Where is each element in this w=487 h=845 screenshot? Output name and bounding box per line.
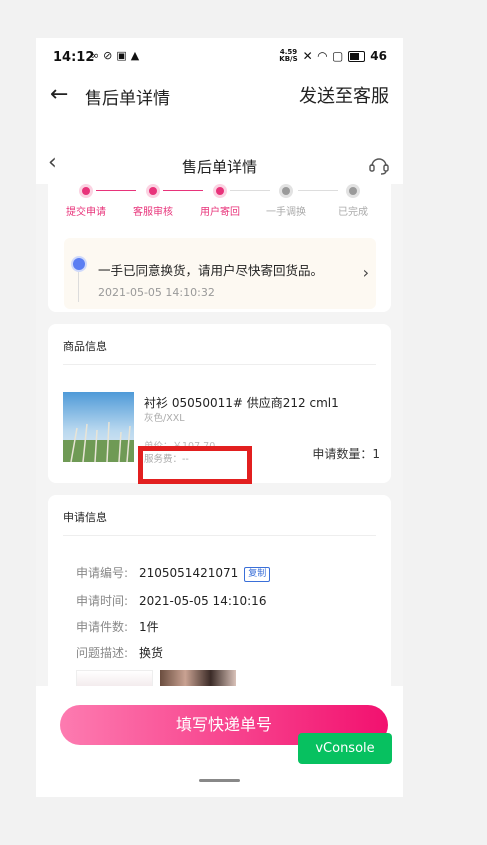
status-right: 4.59 KB/S ✕ ◠ ▢ 46 (279, 48, 387, 64)
step-dot (346, 184, 360, 198)
divider (63, 535, 376, 536)
step-label: 客服审核 (133, 207, 173, 218)
notice-time: 2021-05-05 14:10:32 (98, 286, 215, 299)
battery-icon (348, 50, 366, 62)
wifi-icon: ◠ (317, 49, 327, 63)
page-header: ‹ 售后单详情 (36, 118, 403, 184)
step-dot (279, 184, 293, 198)
section-title: 商品信息 (63, 340, 107, 353)
step-dot (79, 184, 93, 198)
vconsole-button[interactable]: vConsole (298, 733, 392, 764)
home-indicator[interactable] (199, 779, 240, 782)
network-speed: 4.59 KB/S (279, 48, 298, 63)
upload-box-icon: ▣ (116, 49, 127, 62)
step-label: 已完成 (338, 207, 368, 218)
step-label: 提交申请 (66, 207, 106, 218)
sim-icon: ▢ (331, 49, 344, 63)
divider (63, 364, 376, 365)
timeline-dot-icon (73, 258, 85, 270)
step-submit: 提交申请 (56, 184, 116, 218)
step-return: 用户寄回 (190, 184, 250, 218)
info-row-time: 申请时间: 2021-05-05 14:10:16 (76, 594, 267, 608)
step-exchange: 一手调换 (256, 184, 316, 218)
warning-icon: ▲ (130, 49, 140, 62)
highlight-box (138, 446, 252, 484)
app-bar: ← 售后单详情 发送至客服 (36, 76, 403, 119)
mute-icon: ✕ (302, 49, 313, 63)
battery-level: 46 (370, 49, 387, 63)
step-done: 已完成 (323, 184, 383, 218)
infinity-icon: ∞ (90, 49, 100, 62)
status-bar: 14:12 ∞ ⊘ ▣ ▲ 4.59 KB/S ✕ ◠ ▢ 46 (36, 38, 403, 76)
copy-button[interactable]: 复制 (244, 567, 271, 582)
app-title: 售后单详情 (85, 89, 170, 109)
info-row-count: 申请件数: 1件 (76, 620, 159, 634)
timeline-line (78, 272, 79, 302)
page-title: 售后单详情 (181, 158, 257, 176)
product-spec: 灰色/XXL (144, 413, 185, 424)
progress-card: 提交申请 客服审核 用户寄回 一手调换 已完成 一手已同意换货，请用户尽快寄回货… (48, 184, 391, 312)
apply-quantity: 申请数量：1 (312, 447, 380, 461)
status-left-icons: ∞ ⊘ ▣ ▲ (90, 49, 139, 62)
section-title: 申请信息 (63, 511, 107, 524)
info-row-number: 申请编号: 2105051421071 复制 (76, 564, 271, 582)
notice-text: 一手已同意换货，请用户尽快寄回货品。 (98, 263, 324, 278)
phone-screen: 14:12 ∞ ⊘ ▣ ▲ 4.59 KB/S ✕ ◠ ▢ 46 ← 售后单详情… (36, 38, 403, 797)
chevron-right-icon[interactable]: › (363, 263, 369, 282)
step-dot (146, 184, 160, 198)
back-arrow-icon[interactable]: ← (50, 82, 68, 107)
bottom-action-bar: 填写快递单号 vConsole (36, 686, 403, 797)
status-time: 14:12 (53, 50, 95, 65)
customer-service-icon[interactable] (367, 153, 391, 177)
product-thumbnail[interactable] (63, 392, 134, 462)
step-dot (213, 184, 227, 198)
status-notice[interactable]: 一手已同意换货，请用户尽快寄回货品。 2021-05-05 14:10:32 › (64, 238, 376, 309)
info-row-description: 问题描述: 换货 (76, 646, 164, 660)
send-to-service-button[interactable]: 发送至客服 (299, 82, 389, 108)
step-label: 用户寄回 (200, 207, 240, 218)
check-circle-icon: ⊘ (103, 49, 113, 62)
step-review: 客服审核 (123, 184, 183, 218)
step-label: 一手调换 (266, 207, 306, 218)
product-name: 衬衫 05050011# 供应商212 cml1 (144, 396, 339, 410)
product-info-card: 商品信息 衬衫 05050011# 供应商212 cml1 灰色/XXL 单价：… (48, 324, 391, 484)
